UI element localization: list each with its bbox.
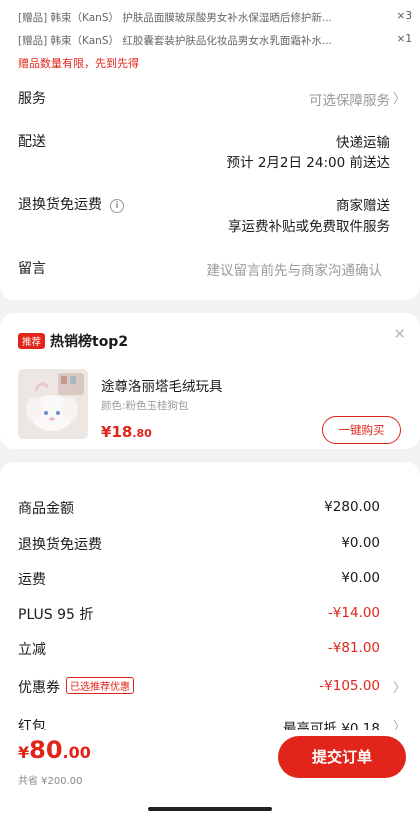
order-info-card: [赠品] 韩束（KanS） 护肤品面膜玻尿酸男女补水保湿晒后修护新... ×3 … bbox=[0, 0, 420, 300]
message-label: 留言 bbox=[18, 261, 46, 277]
gift-name: 红胶囊套装护肤品化妆品男女水乳面霜补水... bbox=[122, 35, 332, 47]
coupon-badge: 已选推荐优惠 bbox=[66, 677, 134, 694]
gift-notice: 赠品数量有限，先到先得 bbox=[18, 57, 139, 70]
summary-label: 运费 bbox=[18, 572, 46, 588]
chevron-right-icon: 〉 bbox=[392, 92, 406, 107]
home-indicator bbox=[148, 807, 272, 811]
delivery-eta: 预计 2月2日 24:00 前送达 bbox=[226, 155, 390, 171]
product-price: ¥18.80 bbox=[101, 423, 152, 441]
delivery-method: 快递运输 bbox=[336, 135, 390, 151]
close-icon[interactable]: ✕ bbox=[393, 325, 406, 343]
recommend-title: 热销榜top2 bbox=[50, 334, 129, 350]
summary-value: ¥280.00 bbox=[324, 499, 380, 515]
delivery-label: 配送 bbox=[18, 134, 46, 150]
chevron-right-icon: 〉 bbox=[392, 681, 406, 696]
product-name[interactable]: 途尊洛丽塔毛绒玩具 bbox=[101, 375, 223, 395]
product-image[interactable] bbox=[18, 369, 88, 439]
return-shipping-label: 退换货免运费 i bbox=[18, 194, 124, 214]
summary-label: PLUS 95 折 bbox=[18, 607, 94, 623]
summary-value: -¥81.00 bbox=[327, 640, 380, 656]
summary-label: 优惠券 已选推荐优惠 bbox=[18, 677, 134, 697]
gift-qty: ×3 bbox=[396, 10, 412, 22]
message-input[interactable]: 建议留言前先与商家沟通确认 bbox=[207, 259, 383, 279]
service-label: 服务 bbox=[18, 91, 46, 107]
total-price: ¥80.00 bbox=[18, 736, 91, 764]
summary-label: 退换货免运费 bbox=[18, 537, 102, 553]
recommend-tag: 推荐 bbox=[18, 333, 46, 349]
gift-tag: [赠品] bbox=[18, 35, 48, 47]
product-spec: 颜色:粉色玉桂狗包 bbox=[101, 400, 189, 412]
gift-qty: ×1 bbox=[396, 33, 412, 45]
summary-value: -¥105.00 bbox=[319, 678, 380, 694]
summary-label: 商品金额 bbox=[18, 501, 74, 517]
saved-amount: 共省 ¥200.00 bbox=[18, 776, 83, 787]
service-value: 可选保障服务 bbox=[309, 93, 390, 109]
summary-value: ¥0.00 bbox=[341, 570, 380, 586]
gift-item[interactable]: [赠品] 韩束（KanS） 护肤品面膜玻尿酸男女补水保湿晒后修护新... ×3 bbox=[18, 10, 412, 25]
checkout-bar: ¥80.00 共省 ¥200.00 提交订单 bbox=[0, 730, 420, 814]
gift-name: 护肤品面膜玻尿酸男女补水保湿晒后修护新... bbox=[122, 12, 332, 24]
summary-value: -¥14.00 bbox=[327, 605, 380, 621]
submit-order-button[interactable]: 提交订单 bbox=[278, 736, 406, 778]
one-click-buy-button[interactable]: 一键购买 bbox=[322, 416, 401, 444]
gift-item[interactable]: [赠品] 韩束（KanS） 红胶囊套装护肤品化妆品男女水乳面霜补水... ×1 bbox=[18, 33, 412, 48]
gift-brand: 韩束（KanS） bbox=[50, 35, 120, 47]
gift-tag: [赠品] bbox=[18, 12, 48, 24]
gift-brand: 韩束（KanS） bbox=[50, 12, 120, 24]
return-shipping-line1: 商家赠送 bbox=[336, 198, 390, 214]
info-icon[interactable]: i bbox=[110, 199, 124, 213]
return-shipping-line2: 享运费补贴或免费取件服务 bbox=[228, 219, 390, 235]
summary-label: 立减 bbox=[18, 642, 46, 658]
summary-value: ¥0.00 bbox=[341, 535, 380, 551]
